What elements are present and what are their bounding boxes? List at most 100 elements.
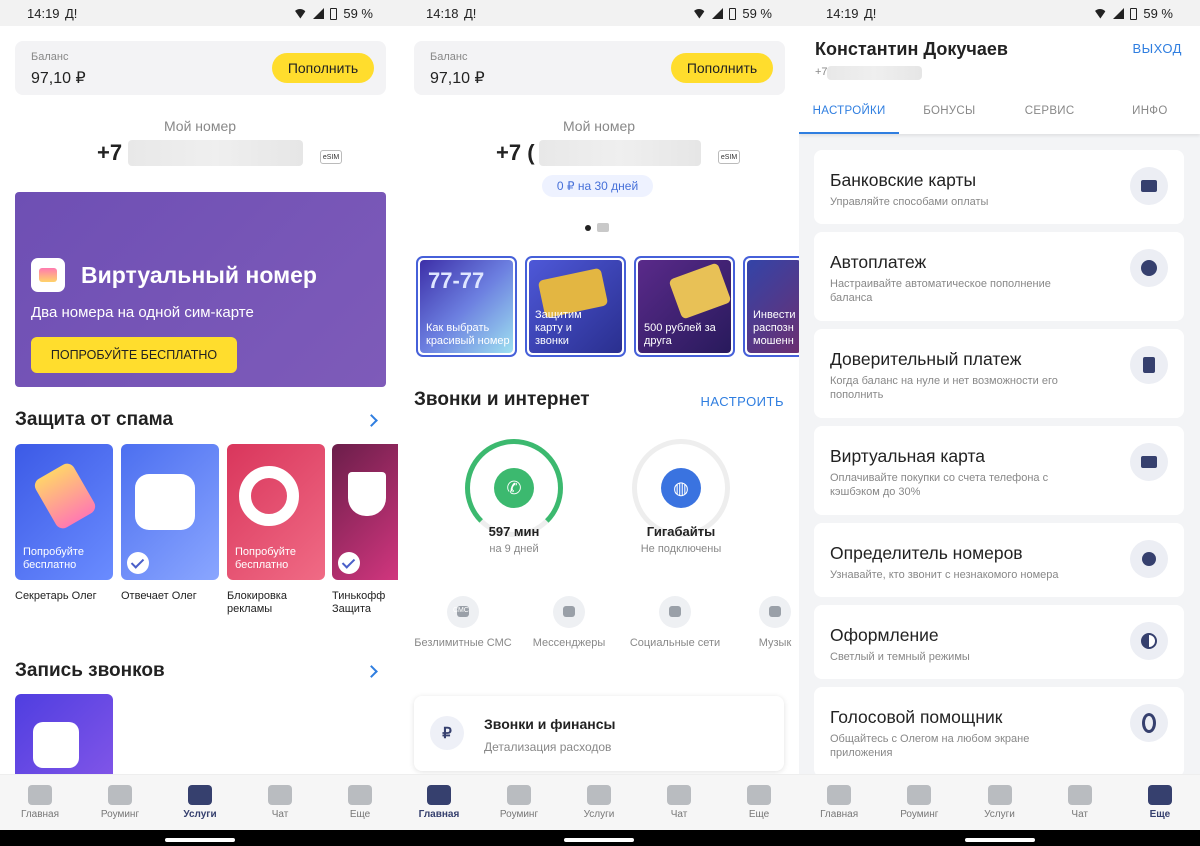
try-free-button[interactable]: ПОПРОБУЙТЕ БЕСПЛАТНО <box>31 337 237 373</box>
nav-more[interactable]: Еще <box>719 775 799 830</box>
card-icon <box>1130 443 1168 481</box>
topup-button[interactable]: Пополнить <box>671 53 773 83</box>
wifi-icon <box>692 8 707 19</box>
battery-percent: 59 % <box>343 6 373 21</box>
option-unlimited-sms[interactable]: СМС Безлимитные СМС <box>413 596 513 650</box>
nav-services[interactable]: Услуги <box>160 775 240 830</box>
setting-title: Голосовой помощник <box>830 707 1003 727</box>
option-messengers[interactable]: Мессенджеры <box>519 596 619 650</box>
configure-link[interactable]: НАСТРОИТЬ <box>701 394 784 409</box>
esim-badge: eSIM <box>320 150 342 164</box>
my-number-label: Мой номер <box>163 118 237 134</box>
nav-label: Главная <box>820 809 859 820</box>
setting-subtitle: Светлый и темный режимы <box>830 651 970 663</box>
plane-icon <box>507 785 531 805</box>
nav-chat[interactable]: Чат <box>240 775 320 830</box>
balance-card[interactable]: Баланс 97,10 ₽ Пополнить <box>414 41 785 95</box>
esim-badge: eSIM <box>718 150 740 164</box>
tab-settings[interactable]: НАСТРОЙКИ <box>799 99 900 134</box>
chat-icon <box>268 785 292 805</box>
home-gesture-bar[interactable] <box>964 838 1035 842</box>
tile-ad-blocking[interactable]: Попробуйте бесплатно <box>227 444 325 580</box>
data-value: Гигабайты <box>646 524 716 539</box>
story-refer-friend[interactable]: 500 рублей за друга <box>634 256 735 357</box>
promo-badge[interactable]: 0 ₽ на 30 дней <box>542 175 653 197</box>
setting-autopay[interactable]: Автоплатеж Настраивайте автоматическое п… <box>814 232 1184 321</box>
calls-finance-card[interactable]: ₽ Звонки и финансы Детализация расходов <box>414 696 784 771</box>
option-social-networks[interactable]: Социальные сети <box>620 596 730 650</box>
number-pager[interactable] <box>585 223 609 232</box>
nav-label: Чат <box>670 809 688 820</box>
profile-phone-prefix: +7 <box>815 66 828 78</box>
tile-secretary-oleg[interactable]: Попробуйте бесплатно <box>15 444 113 580</box>
nav-services[interactable]: Услуги <box>959 775 1039 830</box>
nav-roaming[interactable]: Роуминг <box>80 775 160 830</box>
nav-home[interactable]: Главная <box>399 775 479 830</box>
nav-services[interactable]: Услуги <box>559 775 639 830</box>
nav-more[interactable]: Еще <box>1120 775 1200 830</box>
nav-roaming[interactable]: Роуминг <box>479 775 559 830</box>
nav-home[interactable]: Главная <box>799 775 879 830</box>
setting-caller-id[interactable]: Определитель номеров Узнавайте, кто звон… <box>814 523 1184 597</box>
status-bar: 14:18 Д! 59 % <box>399 0 799 26</box>
minutes-sub: на 9 дней <box>489 543 539 555</box>
minutes-gauge[interactable]: ✆ <box>465 439 563 537</box>
services-screen: 14:19 Д! 59 % Баланс 97,10 ₽ Пополнить М… <box>0 0 400 846</box>
nav-chat[interactable]: Чат <box>1040 775 1120 830</box>
nav-roaming[interactable]: Роуминг <box>879 775 959 830</box>
setting-bank-cards[interactable]: Банковские карты Управляйте способами оп… <box>814 150 1184 224</box>
balance-card[interactable]: Баланс 97,10 ₽ Пополнить <box>15 41 386 95</box>
setting-subtitle: Оплачивайте покупки со счета телефона с … <box>830 472 1049 498</box>
nav-label: Роуминг <box>499 809 539 820</box>
setting-virtual-card[interactable]: Виртуальная карта Оплачивайте покупки со… <box>814 426 1184 515</box>
spam-section-title: Защита от спама <box>15 409 174 430</box>
call-recording-tile[interactable] <box>15 694 113 774</box>
screen-content: Баланс 97,10 ₽ Пополнить Мой номер +7 ( … <box>399 26 799 774</box>
tab-bonuses[interactable]: БОНУСЫ <box>899 99 999 134</box>
card-icon <box>1130 167 1168 205</box>
nav-label: Еще <box>748 809 770 820</box>
tile-answers-oleg[interactable] <box>121 444 219 580</box>
signal-icon <box>313 8 325 19</box>
setting-voice-assistant[interactable]: Голосовой помощник Общайтесь с Олегом на… <box>814 687 1184 774</box>
phone-icon: ✆ <box>494 468 534 508</box>
story-text: Защитим карту и звонки <box>535 309 582 347</box>
option-music[interactable]: Музык <box>751 596 799 650</box>
home-icon <box>427 785 451 805</box>
setting-trust-payment[interactable]: Доверительный платеж Когда баланс на нул… <box>814 329 1184 418</box>
tab-service[interactable]: СЕРВИС <box>1000 99 1100 134</box>
story-beautiful-number[interactable]: 77-77 Как выбрать красивый номер <box>416 256 517 357</box>
grid-icon <box>188 785 212 805</box>
nav-more[interactable]: Еще <box>320 775 400 830</box>
tab-info[interactable]: ИНФО <box>1100 99 1200 134</box>
home-gesture-bar[interactable] <box>165 838 235 842</box>
status-right: 59 % <box>293 6 373 21</box>
hidden-phone <box>827 66 922 80</box>
virtual-number-banner[interactable]: Виртуальный номер Два номера на одной си… <box>15 192 386 387</box>
nav-chat[interactable]: Чат <box>639 775 719 830</box>
bottom-navigation: Главная Роуминг Услуги Чат Еще <box>0 774 400 830</box>
story-number-art: 77-77 <box>428 268 485 293</box>
setting-appearance[interactable]: Оформление Светлый и темный режимы <box>814 605 1184 679</box>
story-investment-fraud[interactable]: Инвести распозн мошенн <box>743 256 799 357</box>
grid-icon <box>987 785 1012 805</box>
music-icon <box>759 596 791 628</box>
recording-section-title: Запись звонков <box>15 660 165 681</box>
data-gauge[interactable]: ◍ <box>632 439 730 537</box>
setting-title: Доверительный платеж <box>830 349 1022 369</box>
profile-header: Константин Докучаев +7 ВЫХОД НАСТРОЙКИ Б… <box>799 26 1200 134</box>
home-gesture-bar[interactable] <box>564 838 634 842</box>
nav-label: Чат <box>271 809 289 820</box>
tile-overlay-text: Попробуйте бесплатно <box>23 546 84 571</box>
topup-button[interactable]: Пополнить <box>272 53 374 83</box>
logout-button[interactable]: ВЫХОД <box>1132 41 1182 56</box>
minutes-value: 597 мин <box>488 524 540 539</box>
setting-title: Автоплатеж <box>830 252 927 272</box>
tile-tinkoff-protection[interactable] <box>332 444 398 580</box>
nav-home[interactable]: Главная <box>0 775 80 830</box>
chevron-right-icon[interactable] <box>365 414 378 427</box>
screen-content: Баланс 97,10 ₽ Пополнить Мой номер +7 eS… <box>0 26 400 774</box>
chevron-right-icon[interactable] <box>365 665 378 678</box>
story-protect-card[interactable]: Защитим карту и звонки <box>525 256 626 357</box>
plane-icon <box>108 785 132 805</box>
